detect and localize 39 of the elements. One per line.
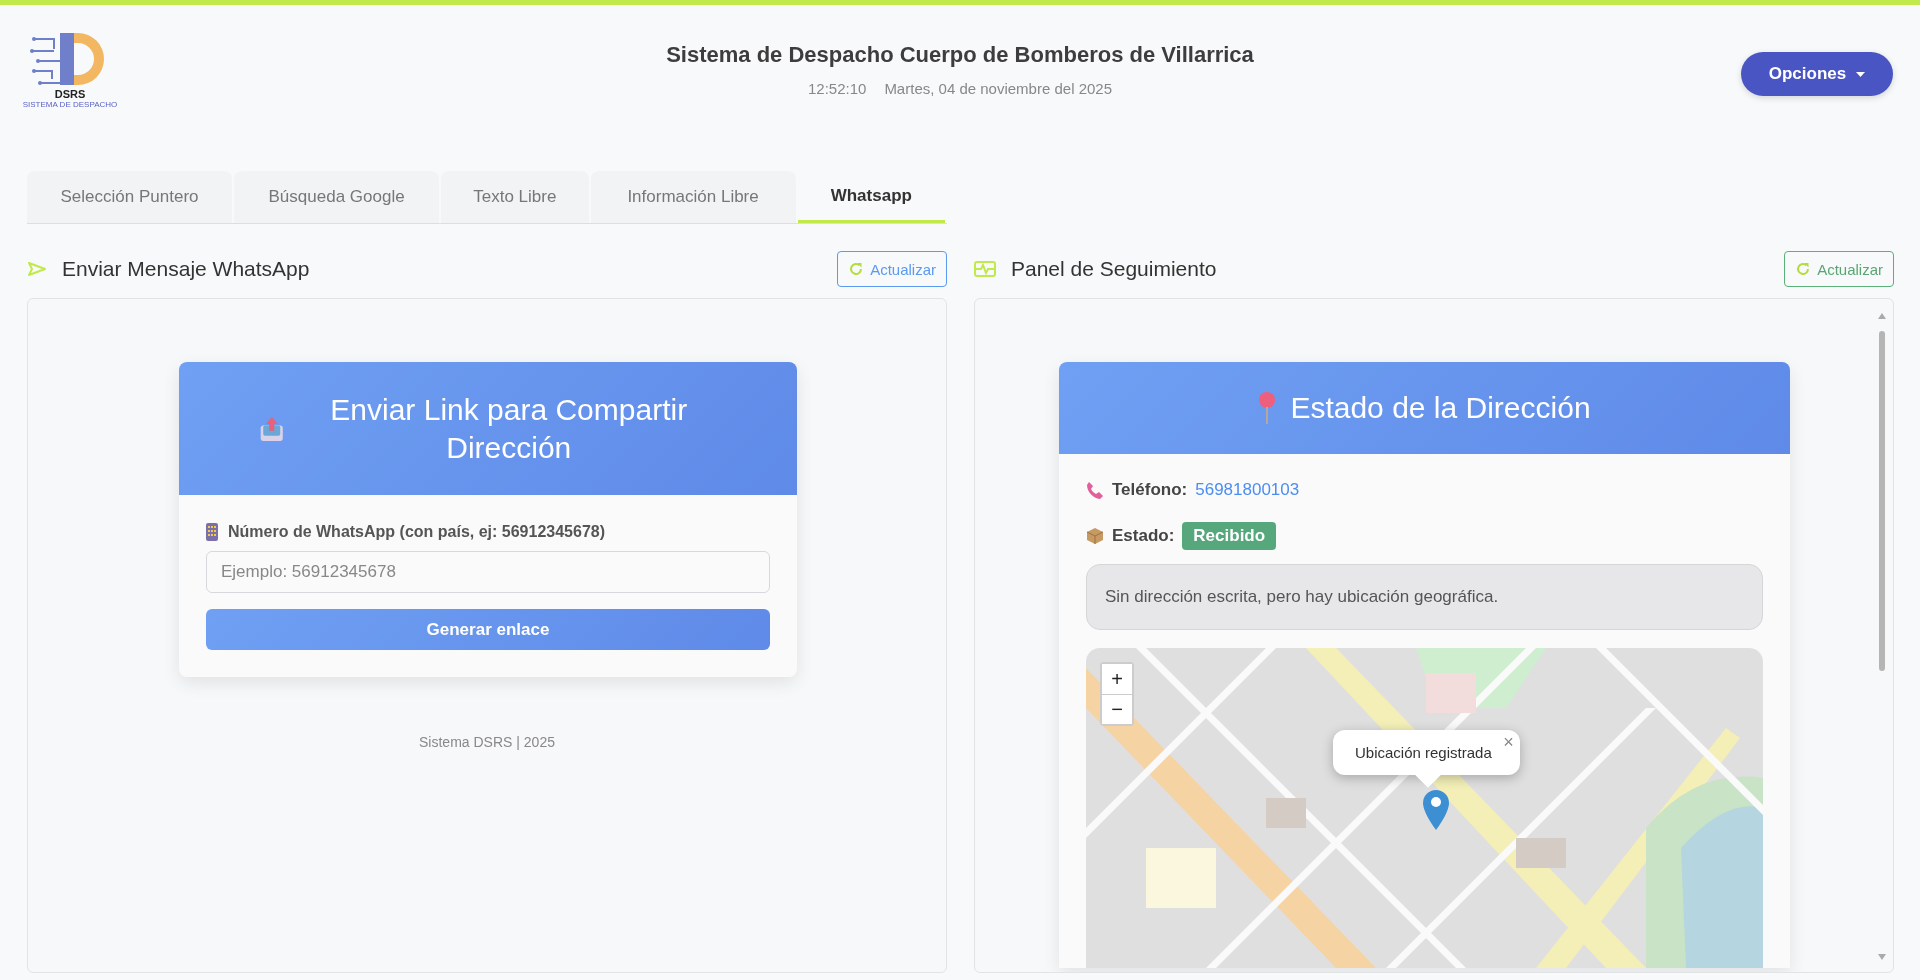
field-label: Número de WhatsApp (con país, ej: 56912345678) [228, 523, 605, 541]
logo-subtitle: SISTEMA DE DESPACHO [22, 100, 118, 109]
options-button[interactable]: Opciones [1741, 52, 1893, 96]
field-label: Estado: [1112, 526, 1175, 546]
phone-link[interactable]: 56981800103 [1195, 480, 1300, 500]
status-badge: Recibido [1182, 522, 1277, 550]
telephone-icon [1086, 481, 1104, 499]
app-title: Sistema de Despacho Cuerpo de Bomberos de Villarrica [666, 42, 1254, 68]
clock-time: 12:52:10 [808, 80, 867, 97]
phone-device-icon [206, 523, 218, 541]
zoom-out-button[interactable]: − [1102, 694, 1132, 724]
current-date: Martes, 04 de noviembre del 2025 [884, 80, 1112, 97]
phone-number-field[interactable]: Ejemplo: 56912345678 [206, 551, 770, 593]
refresh-button[interactable]: Actualizar [837, 251, 947, 287]
generate-link-button[interactable]: Generar enlace [206, 609, 770, 650]
panel-title: Enviar Mensaje WhatsApp [62, 257, 311, 281]
caret-icon [1856, 71, 1866, 77]
send-icon [27, 261, 47, 277]
pushpin-icon [1258, 391, 1277, 425]
map-marker-icon [1423, 790, 1449, 830]
refresh-button[interactable]: Actualizar [1784, 251, 1894, 287]
tab[interactable]: Selección Puntero [27, 171, 233, 223]
refresh-icon [1795, 261, 1812, 277]
address-note: Sin dirección escrita, pero hay ubicación geográfica. [1086, 564, 1763, 630]
tab[interactable]: Texto Libre [441, 171, 589, 223]
tab[interactable]: Información Libre [590, 171, 796, 223]
logo-text: DSRS [54, 89, 86, 100]
field-label: Teléfono: [1112, 480, 1188, 500]
footer-text: Sistema DSRS | 2025 [418, 734, 556, 750]
activity-icon [974, 261, 996, 277]
tab[interactable]: Búsqueda Google [234, 171, 440, 223]
close-button[interactable]: × [1503, 732, 1514, 753]
tab[interactable]: Whatsapp [797, 171, 945, 223]
package-icon [1086, 527, 1104, 545]
popup-text: Ubicación registrada [1355, 744, 1492, 761]
card-title: Enviar Link para Compartir Dirección [329, 391, 689, 466]
card-title: Estado de la Dirección [1290, 391, 1591, 425]
refresh-icon [848, 261, 865, 277]
panel-title: Panel de Seguimiento [1011, 257, 1218, 281]
